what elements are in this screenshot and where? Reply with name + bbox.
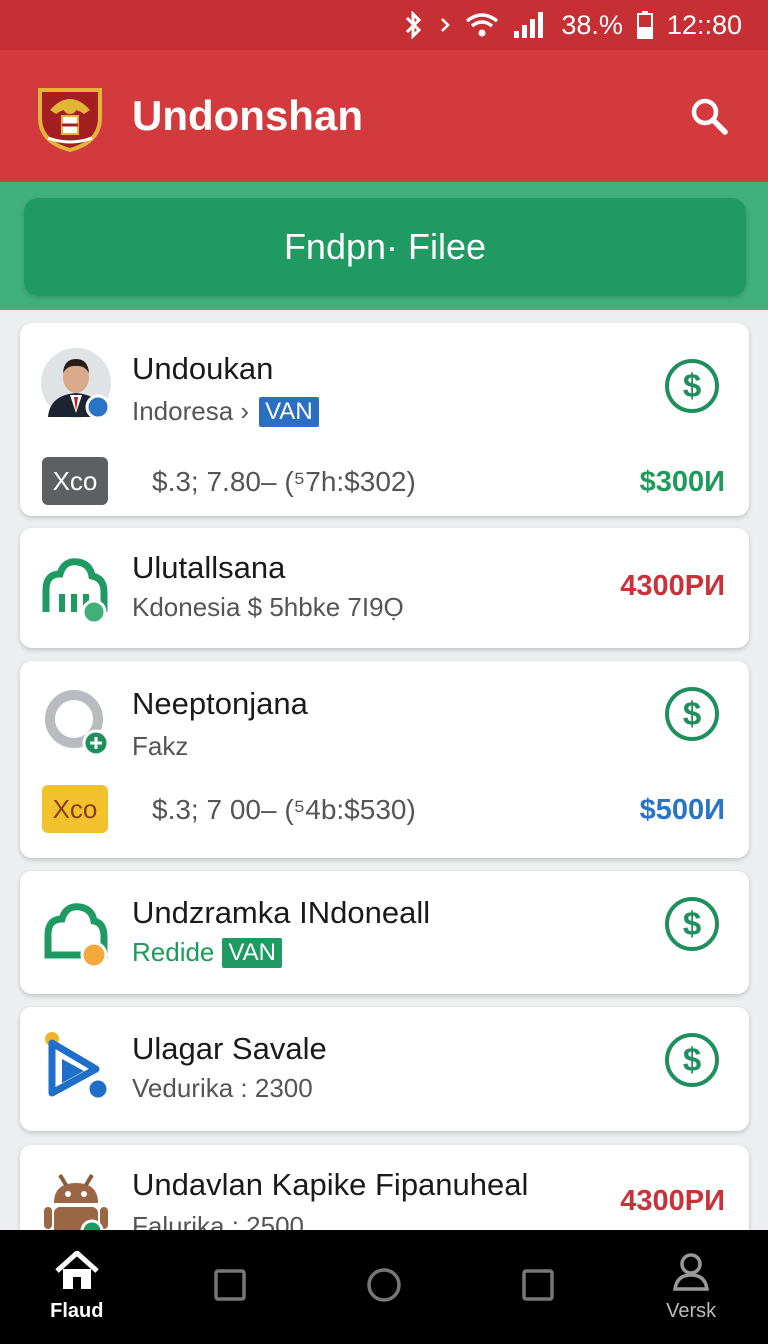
item-subtitle-row: Indoresa › VAN	[132, 396, 319, 427]
item-subtitle: Vedurika : 2300	[132, 1073, 313, 1103]
person-avatar	[40, 347, 112, 420]
item-subtitle: Kdonesia $ 5hbke 7I9Ọ	[132, 592, 404, 622]
signal-icon	[513, 11, 547, 39]
account-icon	[671, 1251, 711, 1296]
ring-icon	[40, 685, 112, 757]
app-bar: Undonshan	[0, 50, 768, 182]
nav-account[interactable]: Versk	[636, 1237, 746, 1337]
list-item[interactable]: Undzramka INdoneall Redide VAN $	[20, 871, 749, 994]
chevron-right-icon	[439, 15, 451, 35]
van-badge: VAN	[222, 937, 282, 968]
item-name: Undzramka INdoneall	[132, 895, 431, 930]
item-name: Ulutallsana	[132, 550, 286, 585]
dollar-circle-icon[interactable]: $	[665, 1033, 719, 1087]
wifi-icon	[465, 12, 499, 38]
list-item[interactable]: Undoukan Indoresa › VAN $ Xco $.3; 7.80–…	[20, 323, 749, 516]
list-item[interactable]: Undavlan Kapike Fipanuheal Falurika : 25…	[20, 1145, 749, 1230]
chip-badge: Xco	[42, 785, 108, 833]
item-name: Undavlan Kapike Fipanuheal	[132, 1167, 529, 1202]
item-amount: 4300РИ	[620, 1185, 725, 1217]
nav-square-2[interactable]	[483, 1237, 593, 1337]
find-files-button[interactable]: Fndpn· Filee	[24, 198, 746, 296]
dollar-circle-icon[interactable]: $	[665, 897, 719, 951]
item-amount: $300И	[639, 466, 725, 498]
chip-badge: Xco	[42, 457, 108, 505]
coat-of-arms-icon	[34, 80, 106, 153]
android-icon	[40, 1169, 112, 1230]
list-item[interactable]: Ulutallsana Kdonesia $ 5hbke 7I9Ọ 4300РИ	[20, 528, 749, 648]
dollar-circle-icon[interactable]: $	[665, 687, 719, 741]
item-amount: 4300РИ	[620, 570, 725, 602]
bottom-nav-bar: Flaud Versk	[0, 1230, 768, 1344]
price-line: $.3; 7.80– (⁵7h:$302)	[152, 466, 416, 497]
battery-percent: 38.%	[561, 9, 623, 40]
cloud-outline-icon	[40, 897, 112, 969]
item-list[interactable]: Undoukan Indoresa › VAN $ Xco $.3; 7.80–…	[0, 310, 768, 1230]
square-icon	[214, 1268, 247, 1306]
nav-home[interactable]: Flaud	[22, 1237, 132, 1337]
home-icon	[54, 1249, 100, 1296]
list-item[interactable]: Ulagar Savale Vedurika : 2300 $	[20, 1007, 749, 1131]
search-icon[interactable]	[684, 91, 734, 141]
dollar-circle-icon[interactable]: $	[665, 359, 719, 413]
circle-icon	[366, 1267, 402, 1308]
item-subtitle: Indoresa ›	[132, 396, 250, 426]
bluetooth-icon	[401, 11, 425, 39]
nav-label: Flaud	[50, 1300, 104, 1322]
item-name: Neeptonjana	[132, 686, 308, 721]
list-item[interactable]: Neeptonjana Fakz $ Xco $.3; 7 00– (⁵4b:$…	[20, 661, 749, 858]
battery-icon	[636, 11, 653, 39]
item-name: Undoukan	[132, 351, 274, 386]
app-title: Undonshan	[132, 92, 363, 139]
nav-square-1[interactable]	[175, 1237, 285, 1337]
item-amount: $500И	[639, 794, 725, 826]
square-icon	[521, 1268, 554, 1306]
van-badge: VAN	[259, 396, 319, 427]
item-subtitle: Falurika : 2500	[132, 1211, 304, 1230]
nav-label: Versk	[666, 1300, 717, 1322]
item-subtitle: Fakz	[132, 731, 189, 761]
play-icon	[40, 1027, 112, 1101]
price-line: $.3; 7 00– (⁵4b:$530)	[152, 794, 416, 825]
nav-circle[interactable]	[329, 1237, 439, 1337]
status-bar: 38.% 12::80	[0, 0, 768, 50]
clock-time: 12::80	[666, 9, 742, 40]
item-subtitle-row: Redide VAN	[132, 937, 282, 968]
item-subtitle: Redide	[132, 937, 215, 967]
item-name: Ulagar Savale	[132, 1031, 327, 1066]
cloud-icon	[40, 554, 112, 626]
